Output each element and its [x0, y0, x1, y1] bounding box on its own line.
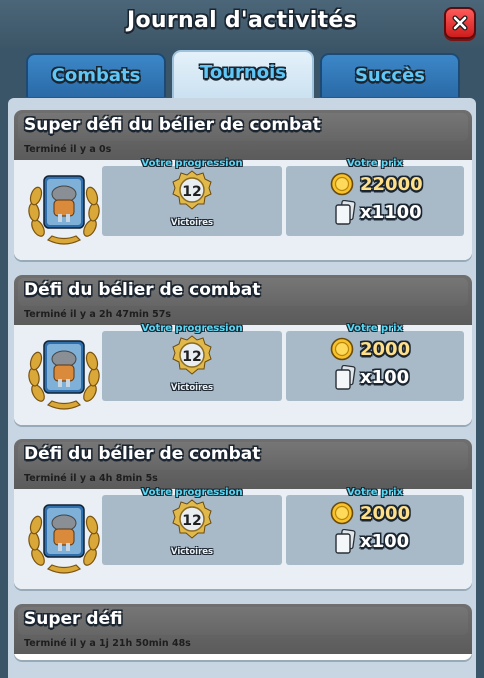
wins-count: 12 — [182, 349, 202, 365]
gold-coin-icon — [330, 501, 354, 525]
finished-time: Terminé il y a 4h 8min 5s — [24, 473, 158, 484]
page-title: Journal d'activités — [126, 8, 358, 33]
prize-box: Votre prix 2000 x100 — [286, 487, 464, 565]
card-body: Votre progression 12 Victoires Votre pri… — [14, 158, 472, 260]
gold-coin-icon — [330, 337, 354, 361]
cards-amount: x1100 — [360, 202, 422, 223]
gold-amount: 22000 — [360, 174, 423, 195]
card-header: Défi du bélier de combat Terminé il y a … — [14, 439, 472, 489]
progression-label: Votre progression — [141, 323, 243, 334]
gold-amount: 2000 — [360, 339, 411, 360]
gold-amount: 2000 — [360, 503, 411, 524]
prize-label: Votre prix — [346, 323, 403, 334]
card-stack-icon — [335, 528, 356, 554]
activity-card: Super défi du bélier de combat Terminé i… — [14, 110, 472, 260]
cards-amount: x100 — [360, 367, 410, 388]
finished-time: Terminé il y a 2h 47min 57s — [24, 309, 172, 320]
progression-box: Votre progression 12 Victoires — [102, 158, 282, 236]
finished-time: Terminé il y a 0s — [24, 144, 112, 155]
tournament-badge — [28, 499, 100, 575]
prize-label: Votre prix — [346, 487, 403, 498]
tournament-name: Défi du bélier de combat — [24, 280, 261, 300]
card-header: Super défi du bélier de combat Terminé i… — [14, 110, 472, 160]
wins-label: Victoires — [170, 218, 214, 228]
tournament-name: Super défi — [24, 609, 123, 629]
trophy-badge-icon — [28, 340, 100, 410]
activity-card: Super défi Terminé il y a 1j 21h 50min 4… — [14, 604, 472, 660]
card-header: Super défi Terminé il y a 1j 21h 50min 4… — [14, 604, 472, 654]
card-header: Défi du bélier de combat Terminé il y a … — [14, 275, 472, 325]
progression-box: Votre progression 12 Victoires — [102, 487, 282, 565]
card-body: Votre progression 12 Victoires Votre pri… — [14, 323, 472, 425]
finished-time: Terminé il y a 1j 21h 50min 48s — [24, 638, 191, 649]
activity-card: Défi du bélier de combat Terminé il y a … — [14, 439, 472, 589]
prize-label: Votre prix — [346, 158, 403, 169]
progression-label: Votre progression — [141, 158, 243, 169]
trophy-badge-icon — [28, 175, 100, 245]
close-icon — [452, 15, 468, 31]
tab-combats[interactable]: Combats — [26, 53, 166, 97]
tournament-badge — [28, 335, 100, 411]
cards-amount: x100 — [360, 531, 410, 552]
trophy-badge-icon — [28, 504, 100, 574]
progression-label: Votre progression — [141, 487, 243, 498]
tournament-name: Super défi du bélier de combat — [24, 115, 321, 135]
wins-count: 12 — [182, 513, 202, 529]
tab-label: Combats — [51, 65, 141, 86]
tab-label: Succès — [354, 65, 426, 86]
activity-card: Défi du bélier de combat Terminé il y a … — [14, 275, 472, 425]
wins-label: Victoires — [170, 547, 214, 557]
wins-label: Victoires — [170, 383, 214, 393]
prize-box: Votre prix 22000 x1100 — [286, 158, 464, 236]
wins-count: 12 — [182, 184, 202, 200]
progression-box: Votre progression 12 Victoires — [102, 323, 282, 401]
tournament-badge — [28, 170, 100, 246]
tab-succes[interactable]: Succès — [320, 53, 460, 97]
tournament-name: Défi du bélier de combat — [24, 444, 261, 464]
prize-box: Votre prix 2000 x100 — [286, 323, 464, 401]
tab-label: Tournois — [199, 62, 286, 83]
gold-coin-icon — [330, 172, 354, 196]
tab-tournois[interactable]: Tournois — [172, 50, 314, 102]
card-stack-icon — [335, 199, 356, 225]
card-stack-icon — [335, 364, 356, 390]
card-body: Votre progression 12 Victoires Votre pri… — [14, 487, 472, 589]
close-button[interactable] — [444, 7, 476, 39]
